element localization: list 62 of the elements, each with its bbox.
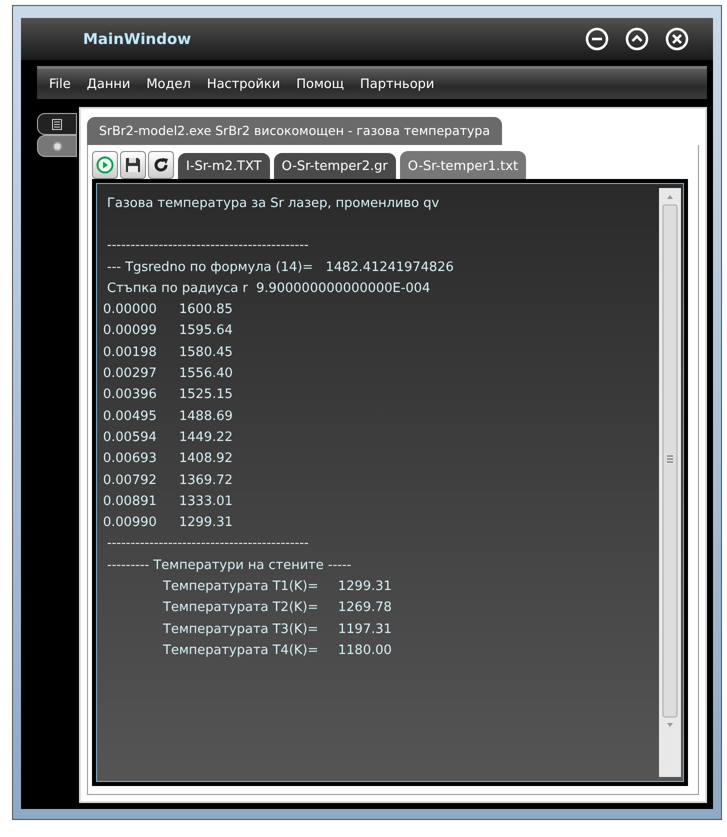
menu-item[interactable]: Настройки: [198, 76, 288, 92]
close-button[interactable]: [665, 27, 689, 51]
maximize-button[interactable]: [625, 27, 649, 51]
radius-value: 0.00396: [103, 386, 158, 404]
radius-value: 0.00594: [103, 428, 158, 447]
run-button[interactable]: [92, 151, 118, 179]
gear-icon: [52, 140, 62, 152]
radius-value: 0.00990: [103, 514, 158, 532]
result-label: Температурата T4(K)=: [163, 642, 320, 660]
output-line: --- Tgsredno по формула (14)= 1482.41241974826: [106, 258, 455, 277]
output-line: Газова температура за Sr лазер, променливо qv: [106, 195, 440, 213]
temperature-value: 1488.69: [179, 408, 233, 426]
list-icon: [52, 118, 62, 130]
temperature-value: 1600.85: [179, 301, 233, 320]
radius-value: 0.00792: [103, 472, 158, 490]
side-tab[interactable]: [37, 113, 77, 135]
temperature-value: 1449.22: [179, 428, 233, 447]
radius-value: 0.00495: [103, 408, 158, 426]
window-title: MainWindow: [83, 30, 192, 48]
menu-item[interactable]: Помощ: [288, 76, 352, 92]
minimize-button[interactable]: [585, 27, 609, 51]
menu-item[interactable]: File: [41, 76, 79, 92]
radius-value: 0.00297: [103, 365, 158, 384]
output-line: Стъпка по радиуса r 9.900000000000000E-004: [106, 280, 432, 298]
result-label: Температурата T2(K)=: [163, 599, 320, 618]
output-line: -------------------------------------------: [106, 237, 310, 256]
temperature-value: 1556.40: [179, 365, 233, 384]
temperature-value: 1525.15: [179, 386, 233, 404]
refresh-icon: [152, 156, 170, 174]
save-button[interactable]: [120, 151, 146, 179]
scroll-thumb[interactable]: [662, 204, 678, 718]
output-line: -------------------------------------------: [106, 535, 310, 554]
temperature-value: 1580.45: [179, 344, 233, 362]
temperature-value: 1595.64: [179, 322, 233, 340]
menu-item[interactable]: Модел: [138, 76, 199, 92]
result-label: Температурата T1(K)=: [163, 578, 320, 596]
radius-value: 0.00000: [103, 301, 158, 320]
document-tab[interactable]: SrBr2-model2.exe SrBr2 високомощен - газова температура: [87, 117, 502, 145]
refresh-button[interactable]: [148, 151, 174, 179]
temperature-value: 1333.01: [179, 492, 233, 511]
menu-item[interactable]: Данни: [78, 76, 138, 92]
result-value: 1269.78: [338, 599, 392, 618]
output-line: --------- Температури на стените -----: [106, 556, 352, 575]
result-value: 1197.31: [338, 620, 392, 639]
result-label: Температурата T3(K)=: [163, 620, 320, 639]
file-tab[interactable]: I-Sr-m2.TXT: [178, 153, 270, 179]
radius-value: 0.00693: [103, 450, 158, 468]
scrollbar[interactable]: [659, 188, 681, 777]
save-icon: [124, 156, 142, 174]
file-tab[interactable]: O-Sr-temper2.gr: [274, 153, 396, 179]
result-value: 1299.31: [338, 578, 392, 596]
menu-item[interactable]: Партньори: [352, 76, 442, 92]
play-icon: [96, 156, 114, 174]
file-tab[interactable]: O-Sr-temper1.txt: [400, 151, 526, 179]
temperature-value: 1299.31: [179, 514, 233, 532]
temperature-value: 1408.92: [179, 450, 233, 468]
radius-value: 0.00099: [103, 322, 158, 340]
radius-value: 0.00198: [103, 344, 158, 362]
result-value: 1180.00: [338, 642, 392, 660]
side-tab[interactable]: [37, 135, 77, 157]
temperature-value: 1369.72: [179, 472, 233, 490]
radius-value: 0.00891: [103, 492, 158, 511]
